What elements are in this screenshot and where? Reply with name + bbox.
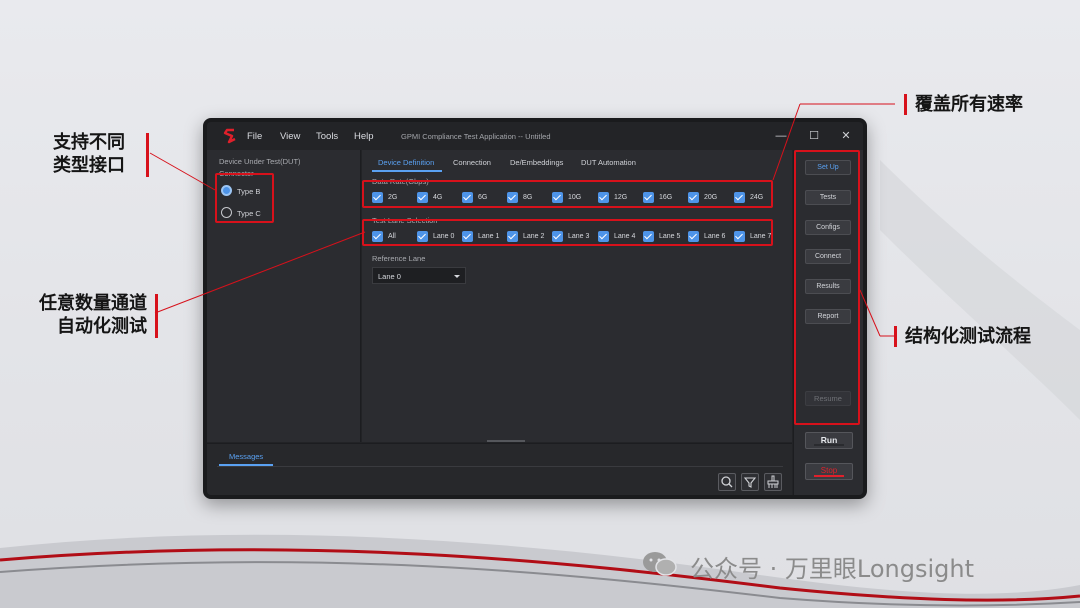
active-tab-indicator <box>372 170 442 172</box>
reference-lane-value: Lane 0 <box>378 272 401 281</box>
reference-lane-label: Reference Lane <box>372 254 426 263</box>
run-indicator <box>814 444 844 446</box>
menu-tools[interactable]: Tools <box>316 131 338 142</box>
annotation-line: 任意数量通道 <box>39 293 147 314</box>
menu-help[interactable]: Help <box>354 131 374 142</box>
annotation-lanes: 任意数量通道 自动化测试 <box>21 292 147 338</box>
annotation-interfaces: 支持不同 类型接口 <box>53 131 125 177</box>
window-title: GPMI Compliance Test Application -- Unti… <box>401 132 551 141</box>
tab-connection[interactable]: Connection <box>453 158 491 167</box>
highlight-flow <box>794 150 860 425</box>
stop-button[interactable]: Stop <box>805 463 853 480</box>
menu-file[interactable]: File <box>247 131 262 142</box>
annotation-bar <box>904 94 907 115</box>
search-button[interactable] <box>718 473 736 491</box>
annotation-bar <box>146 133 149 177</box>
clear-button[interactable] <box>764 473 782 491</box>
tab-messages[interactable]: Messages <box>229 452 263 461</box>
tab-dut-automation[interactable]: DUT Automation <box>581 158 636 167</box>
watermark-text: 公众号 · 万里眼Longsight <box>690 555 974 583</box>
annotation-rates: 覆盖所有速率 <box>915 94 1023 115</box>
dut-label: Device Under Test(DUT) <box>219 157 301 166</box>
highlight-lanes <box>362 219 773 246</box>
wechat-icon <box>643 552 677 576</box>
clear-icon <box>767 475 779 488</box>
app-window: File View Tools Help GPMI Compliance Tes… <box>203 118 867 499</box>
search-icon <box>721 476 733 488</box>
stop-label: Stop <box>820 466 838 475</box>
close-button[interactable]: ✕ <box>839 129 853 143</box>
run-button[interactable]: Run <box>805 432 853 449</box>
menu-view[interactable]: View <box>280 131 300 142</box>
highlight-connector <box>215 173 274 223</box>
tab-device-definition[interactable]: Device Definition <box>378 158 434 167</box>
s-logo-icon <box>223 128 236 144</box>
messages-panel: Messages <box>207 443 792 495</box>
filter-button[interactable] <box>741 473 759 491</box>
stop-indicator <box>814 475 844 477</box>
tab-de-embeddings[interactable]: De/Embeddings <box>510 158 563 167</box>
filter-icon <box>743 477 757 488</box>
divider <box>217 466 783 467</box>
annotation-line: 类型接口 <box>53 155 125 176</box>
pane-splitter-handle[interactable] <box>487 440 525 442</box>
minimize-button[interactable]: — <box>774 129 788 143</box>
maximize-button[interactable]: ☐ <box>807 129 821 143</box>
annotation-line: 自动化测试 <box>57 316 147 337</box>
chevron-down-icon <box>454 275 460 278</box>
annotation-flow: 结构化测试流程 <box>905 326 1031 347</box>
annotation-bar <box>155 294 158 338</box>
title-bar: File View Tools Help GPMI Compliance Tes… <box>207 122 863 150</box>
annotation-line: 支持不同 <box>53 132 125 153</box>
annotation-bar <box>894 326 897 347</box>
reference-lane-select[interactable]: Lane 0 <box>372 267 466 284</box>
highlight-data-rate <box>362 180 773 208</box>
